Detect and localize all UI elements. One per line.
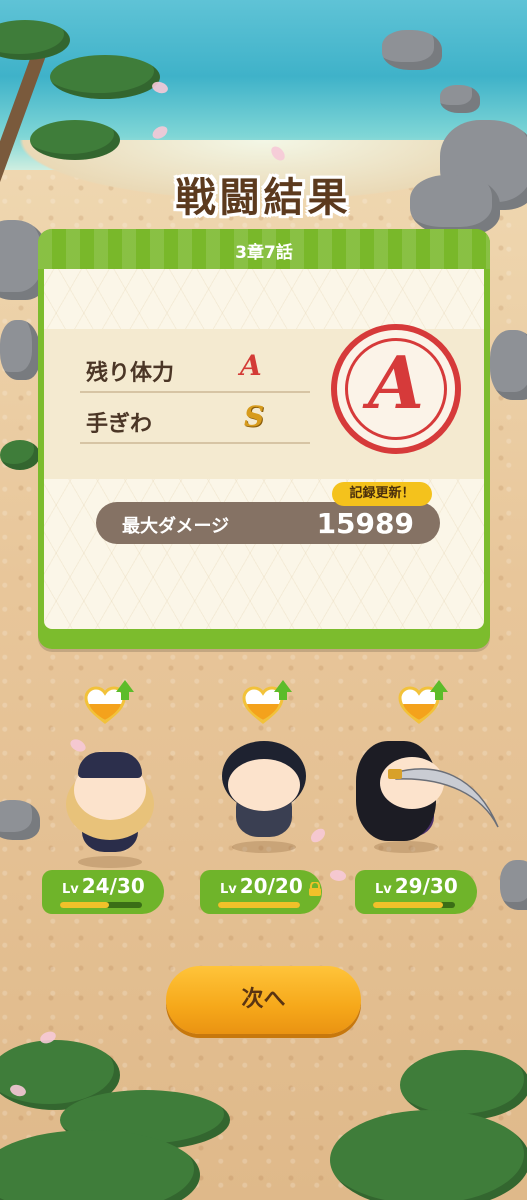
rock bbox=[490, 330, 527, 400]
character-sprite bbox=[214, 741, 314, 855]
level-value: 24/30 bbox=[81, 874, 145, 898]
level-badge: Lv 24/30 bbox=[42, 870, 164, 914]
battle-result-title: 戦闘結果 bbox=[175, 175, 352, 221]
next-button[interactable]: 次へ bbox=[166, 966, 361, 1034]
character-sprite bbox=[356, 741, 499, 855]
chapter-label: 3章7話 bbox=[235, 243, 293, 263]
level-up-arrow-stem bbox=[279, 691, 287, 700]
lock-icon bbox=[309, 882, 321, 896]
result-panel: 3章7話 残り体力 A 手ぎわ S A 最大ダメージ 15989 記録更新！ bbox=[38, 229, 490, 649]
lv-prefix: Lv bbox=[220, 882, 237, 897]
level-progress-fill bbox=[60, 902, 110, 908]
lv-prefix: Lv bbox=[62, 882, 79, 897]
level-up-arrow-stem bbox=[435, 691, 443, 700]
pine-foliage bbox=[50, 55, 160, 99]
panel-header: 3章7話 bbox=[38, 229, 490, 269]
record-updated-badge: 記録更新！ bbox=[332, 482, 432, 506]
sword-icon bbox=[388, 768, 499, 828]
max-damage-value: 15989 bbox=[316, 507, 414, 540]
divider bbox=[80, 391, 310, 393]
efficiency-grade: S bbox=[244, 400, 265, 433]
max-damage-label: 最大ダメージ bbox=[122, 516, 230, 537]
character-sprite bbox=[60, 752, 160, 870]
rock bbox=[382, 30, 442, 70]
rock bbox=[0, 320, 40, 380]
level-progress-track bbox=[218, 902, 300, 908]
lv-prefix: Lv bbox=[375, 882, 392, 897]
divider bbox=[80, 442, 310, 444]
pine-foliage bbox=[330, 1110, 527, 1200]
level-value: 20/20 bbox=[239, 874, 303, 898]
efficiency-label: 手ぎわ bbox=[86, 412, 153, 437]
rock bbox=[440, 85, 480, 113]
max-damage-bar: 最大ダメージ 15989 bbox=[96, 502, 440, 544]
overall-grade: A bbox=[368, 340, 424, 425]
remaining-hp-grade: A bbox=[240, 349, 262, 382]
level-badge: Lv 29/30 bbox=[355, 870, 477, 914]
overall-grade-seal: A bbox=[331, 324, 461, 454]
remaining-hp-label: 残り体力 bbox=[86, 361, 175, 386]
level-progress-track bbox=[60, 902, 142, 908]
level-progress-track bbox=[373, 902, 455, 908]
rock bbox=[500, 860, 527, 910]
level-up-arrow-stem bbox=[121, 691, 129, 700]
level-value: 29/30 bbox=[394, 874, 458, 898]
pine-foliage bbox=[30, 120, 120, 160]
level-progress-fill bbox=[373, 902, 443, 908]
panel-body: 残り体力 A 手ぎわ S A 最大ダメージ 15989 記録更新！ bbox=[44, 269, 484, 629]
pine-foliage bbox=[0, 440, 40, 470]
level-badge: Lv 20/20 bbox=[200, 870, 322, 914]
level-progress-fill bbox=[218, 902, 300, 908]
